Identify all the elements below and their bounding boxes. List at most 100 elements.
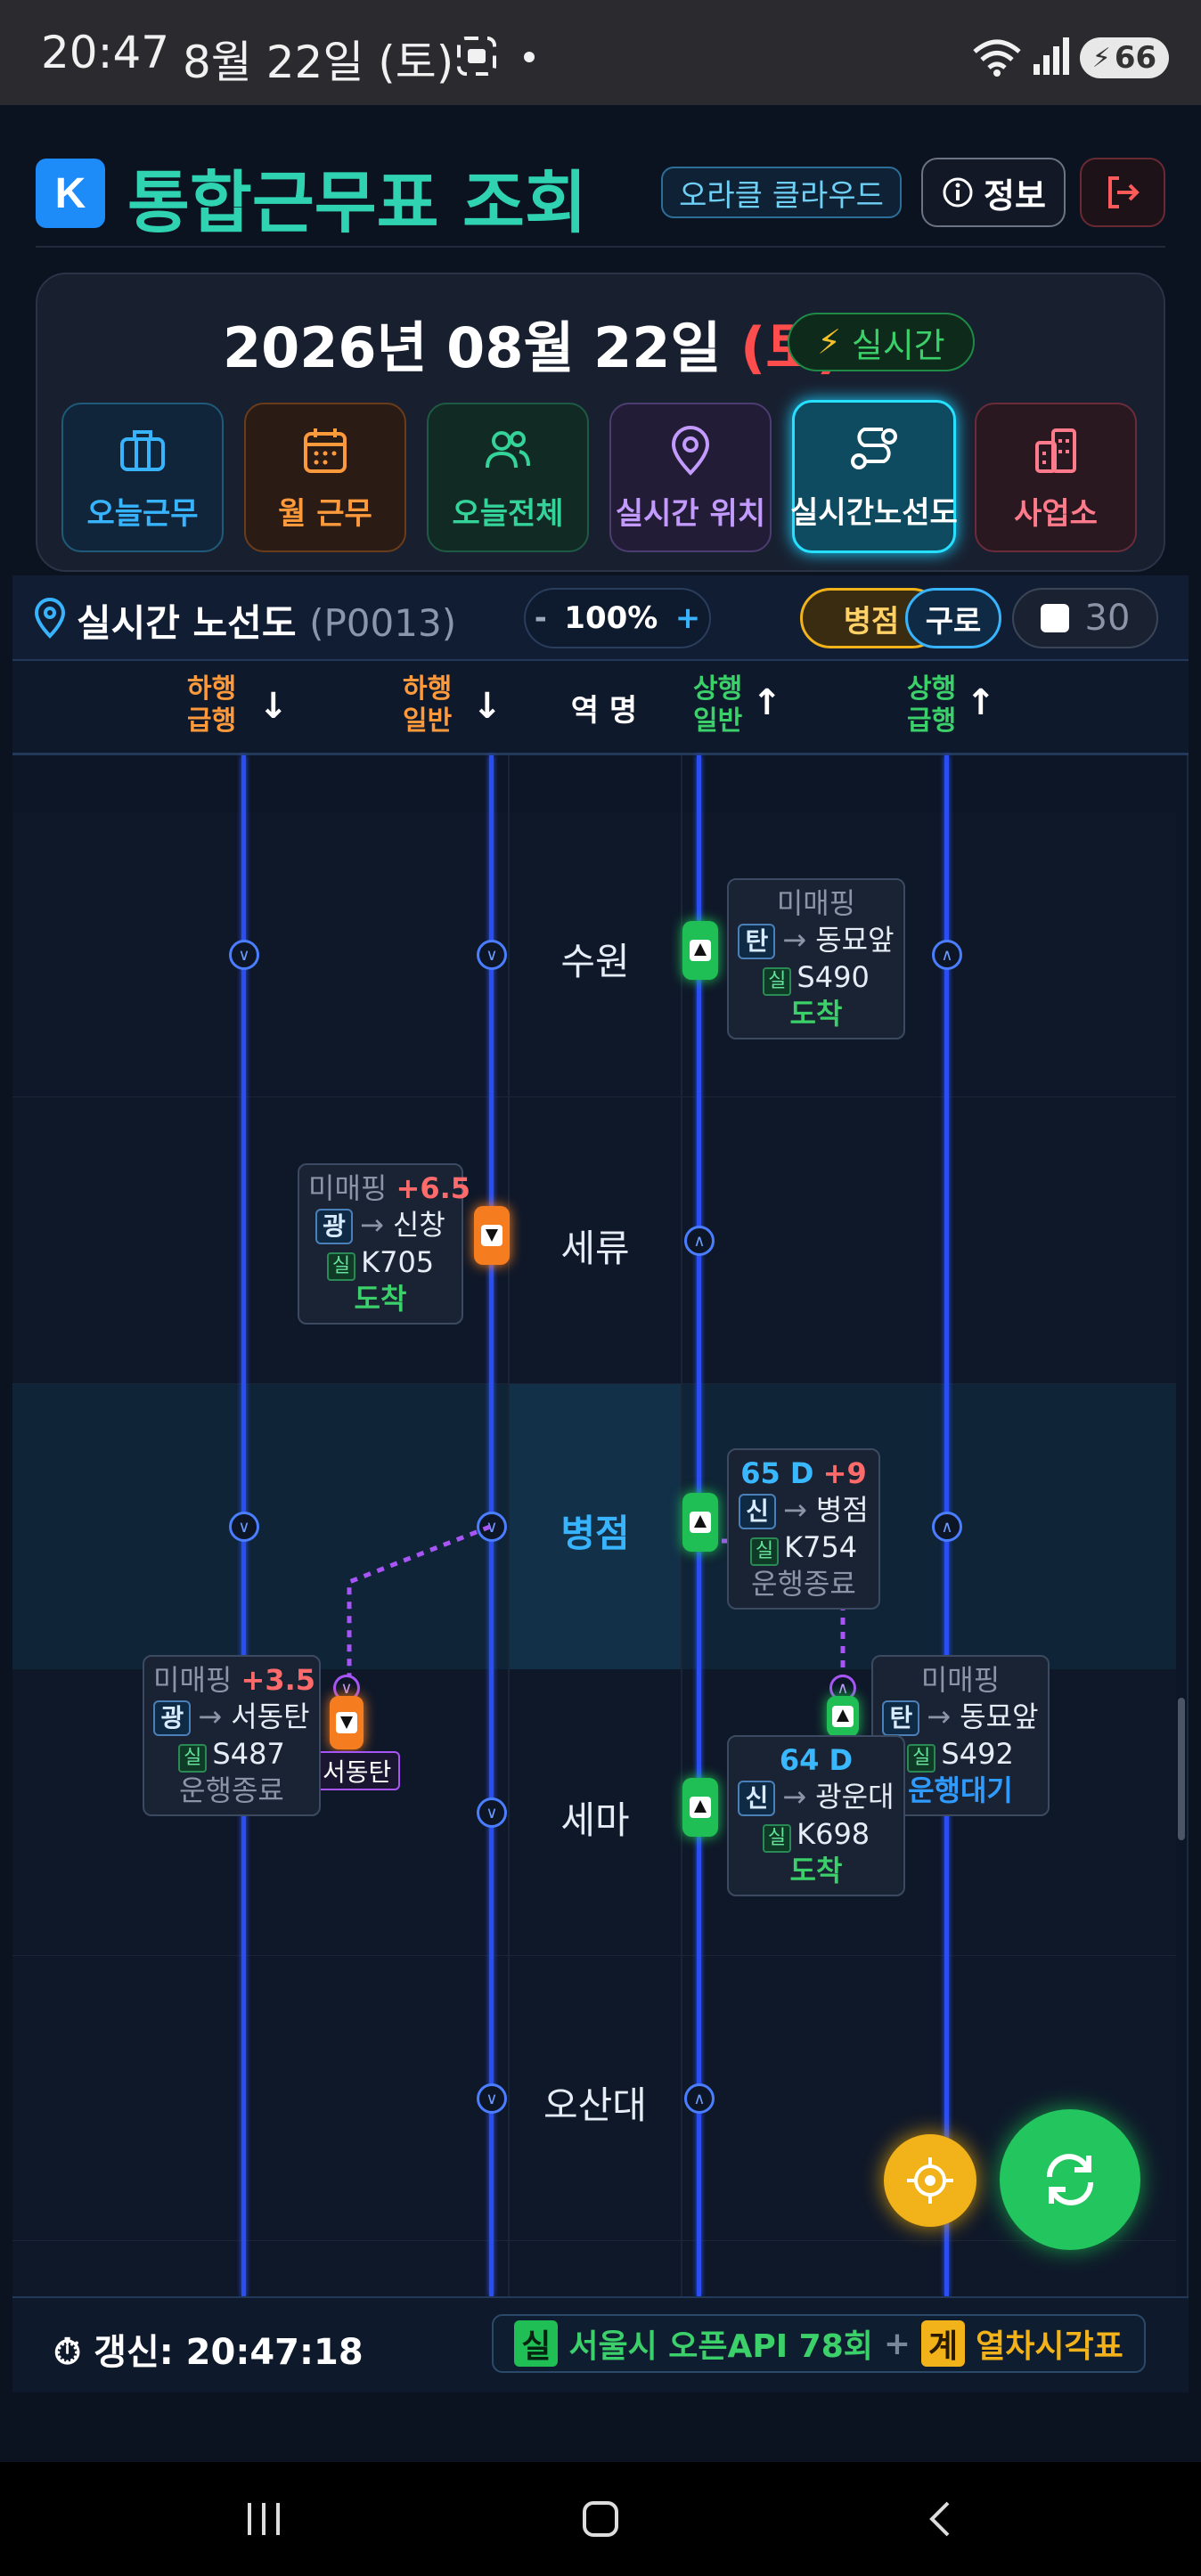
train-marker-up[interactable] (682, 1493, 718, 1552)
home-icon[interactable] (581, 2499, 622, 2540)
row-spacer (12, 2241, 1176, 2296)
realtime-label: 실시간 (851, 325, 945, 365)
map-pin-icon (671, 425, 710, 476)
status-date: 8월 22일 (토) (183, 37, 454, 88)
train-up-icon (832, 1706, 854, 1727)
locate-button[interactable] (884, 2134, 976, 2227)
source-tag: 실 (514, 2320, 559, 2367)
route-icon (851, 427, 897, 469)
station-name[interactable]: 세마 (510, 1790, 681, 1845)
mapping-status: 미매핑 (308, 1171, 388, 1205)
arrow-right-icon: → (782, 1493, 816, 1527)
train-info-card[interactable]: 미매핑 +3.5 광 → 서동탄 실 S487 운행종료 (143, 1655, 321, 1816)
train-route: 신 → 광운대 (738, 1779, 895, 1816)
arrow-right-icon: → (359, 1208, 393, 1242)
source-api: 서울시 오픈API 78회 (568, 2328, 873, 2365)
refresh-icon (1046, 2154, 1094, 2205)
col-label: 하행 (403, 673, 453, 705)
arrow-right-icon: → (782, 923, 816, 957)
info-button[interactable]: 정보 (921, 158, 1066, 227)
nav-today-shift-button[interactable]: 오늘근무 (61, 403, 224, 552)
train-number-row: 실 S487 (153, 1736, 310, 1773)
col-up-express: 상행 급행 (907, 673, 956, 738)
zoom-level: 100% (564, 600, 658, 636)
zoom-out-button[interactable]: - (535, 600, 547, 636)
header-divider (36, 246, 1165, 248)
train-code: 65 D (740, 1456, 814, 1490)
back-icon[interactable] (923, 2499, 955, 2540)
station-node: ∧ (932, 1512, 962, 1542)
delay-value: +3.5 (241, 1663, 316, 1697)
train-route: 탄 → 동묘앞 (882, 1699, 1039, 1736)
checkbox[interactable] (1040, 604, 1069, 632)
battery-level: 66 (1114, 40, 1157, 76)
station-node: ∨ (477, 940, 507, 970)
refresh-button[interactable] (1000, 2109, 1140, 2250)
station-name[interactable]: 오산대 (510, 2075, 681, 2130)
station-name[interactable]: 세류 (510, 1219, 681, 1273)
col-down-local: 하행 일반 (403, 673, 452, 738)
train-info-card[interactable]: 미매핑 탄 → 동묘앞 실 S490 도착 (727, 878, 905, 1039)
crosshair-icon (907, 2157, 953, 2204)
zoom-in-button[interactable]: + (675, 600, 701, 636)
line-badge: 광 (315, 1209, 353, 1244)
nav-today-all-button[interactable]: 오늘전체 (427, 403, 589, 552)
realtime-badge-small: 실 (763, 967, 792, 996)
station-name-current[interactable]: 병점 (510, 1504, 681, 1558)
train-down-icon (481, 1225, 502, 1246)
train-info-card[interactable]: 64 D 신 → 광운대 실 K698 도착 (727, 1735, 905, 1896)
date-text: 2026년 08월 22일 (223, 315, 740, 380)
nav-month-shift-button[interactable]: 월 근무 (244, 403, 406, 552)
notification-dot (524, 52, 535, 62)
scrollbar[interactable] (1178, 1698, 1185, 1840)
arrow-right-icon: → (198, 1700, 232, 1733)
col-station: 역 명 (570, 693, 638, 729)
branch-connector (347, 1524, 491, 1683)
route-panel-title: 실시간 노선도 (P0013) (77, 593, 456, 648)
train-number-row: 실 K698 (738, 1816, 895, 1853)
train-marker-down[interactable] (474, 1206, 510, 1265)
train-number-row: 실 S492 (882, 1736, 1039, 1773)
station-name[interactable]: 수원 (510, 932, 681, 986)
logout-button[interactable] (1080, 158, 1165, 227)
filter-guro-button[interactable]: 구로 (905, 588, 1001, 648)
train-marker-up[interactable] (682, 921, 718, 980)
recent-apps-icon[interactable] (242, 2499, 287, 2539)
col-label: 상행 (907, 673, 957, 705)
delay-value: +6.5 (396, 1171, 471, 1205)
train-route: 광 → 신창 (308, 1207, 453, 1244)
logout-icon (1108, 176, 1140, 208)
train-code-row: 65 D +9 (738, 1455, 870, 1492)
mapping-status-row: 미매핑 +6.5 (308, 1170, 470, 1207)
source-timetable: 열차시각표 (976, 2328, 1123, 2365)
realtime-badge-small: 실 (907, 1744, 936, 1773)
zoom-control: - 100% + (524, 588, 711, 648)
train-destination: 동묘앞 (815, 923, 895, 957)
train-route: 광 → 서동탄 (153, 1699, 310, 1736)
row-spacer (12, 755, 1176, 814)
nav-realtime-location-button[interactable]: 실시간 위치 (609, 403, 772, 552)
arrow-right-icon: → (782, 1780, 816, 1814)
panel-title-text: 실시간 노선도 (77, 601, 297, 645)
nav-realtime-route-button[interactable]: 실시간노선도 (790, 400, 958, 553)
train-marker-up[interactable] (827, 1696, 859, 1737)
train-info-card[interactable]: 65 D +9 신 → 병점 실 K754 운행종료 (727, 1448, 880, 1610)
train-state: 도착 (354, 1282, 407, 1316)
train-marker-up[interactable] (682, 1778, 718, 1837)
train-info-card[interactable]: 미매핑 +6.5 광 → 신창 실 K705 도착 (298, 1163, 470, 1325)
nav-office-button[interactable]: 사업소 (975, 403, 1137, 552)
arrow-down-icon: ↓ (472, 686, 502, 727)
count-toggle[interactable]: 30 (1012, 588, 1158, 648)
realtime-badge-small: 실 (326, 1252, 356, 1281)
train-marker-down[interactable] (330, 1696, 364, 1749)
train-number-row: 실 K705 (308, 1244, 453, 1281)
delay-value: +9 (822, 1456, 867, 1490)
train-state: 운행대기 (908, 1773, 1013, 1807)
station-node: ∨ (477, 1797, 507, 1828)
battery-indicator: ⚡ 66 (1080, 37, 1169, 78)
col-label: 상행 (693, 673, 743, 705)
wifi-icon (973, 39, 1021, 77)
col-label: 급행 (907, 705, 957, 737)
cloud-badge[interactable]: 오라클 클라우드 (661, 167, 902, 218)
train-number: K754 (784, 1530, 858, 1564)
